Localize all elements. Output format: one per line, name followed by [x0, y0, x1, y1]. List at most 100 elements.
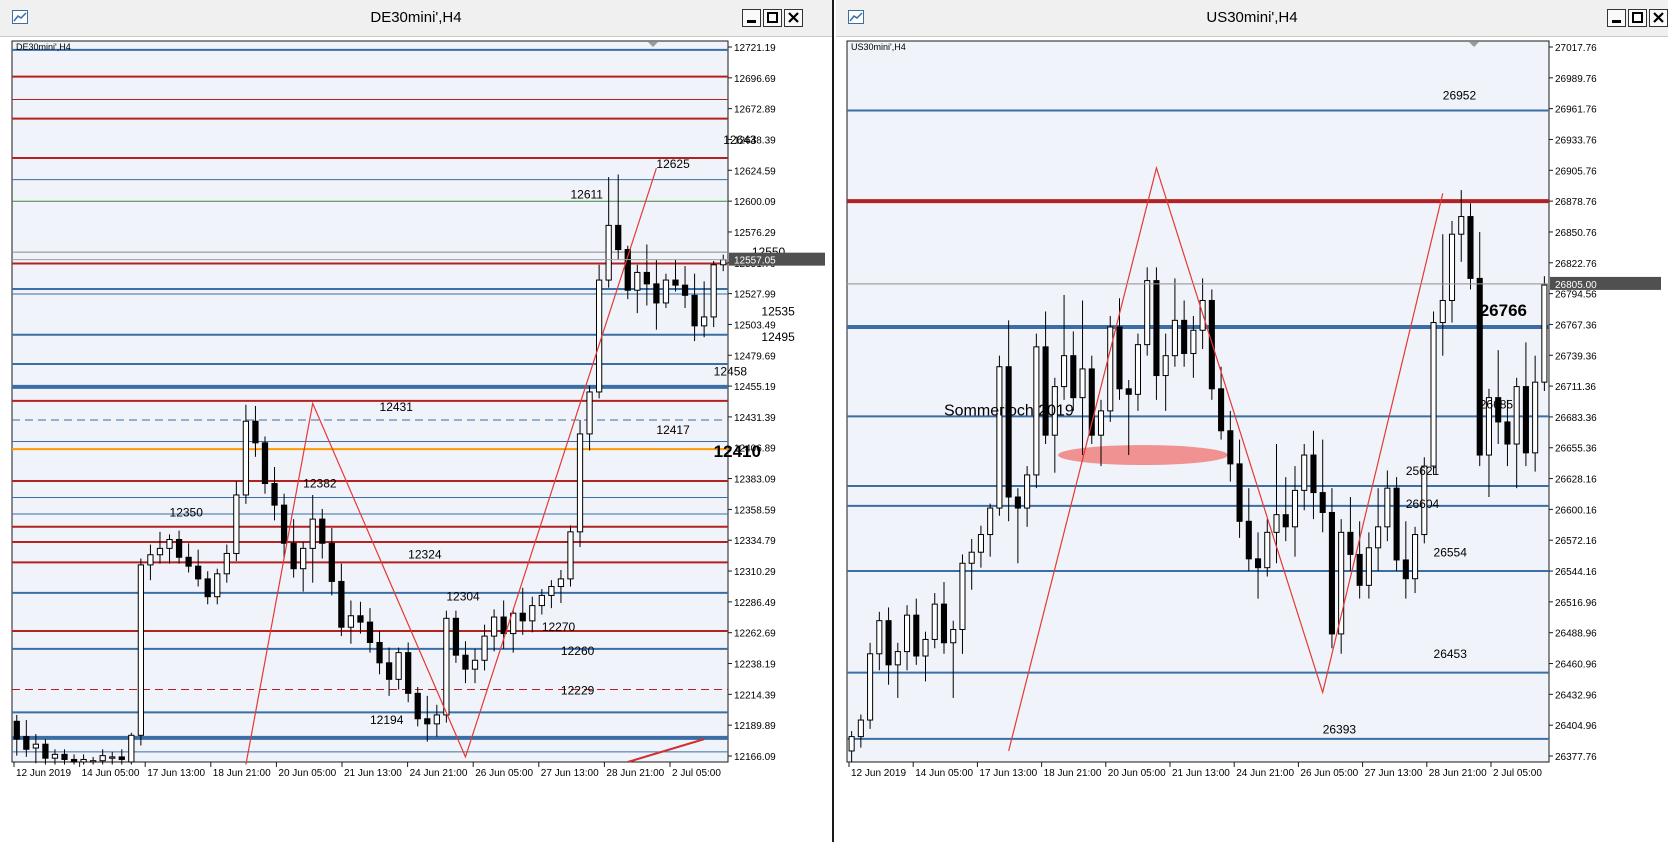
window-titlebar[interactable]: US30mini',H4 [836, 0, 1668, 37]
candle-body [977, 534, 984, 553]
candle-body [1541, 284, 1548, 383]
candle-body [691, 294, 698, 327]
candle-body [672, 279, 679, 286]
price-axis-label: 26488.96 [1555, 629, 1597, 640]
level-label: 12495 [761, 330, 795, 344]
candle-body [653, 283, 660, 304]
candle-body [1310, 454, 1317, 494]
level-label: 26685 [1480, 398, 1514, 412]
time-axis-label: 27 Jun 13:00 [1365, 768, 1423, 779]
price-axis-label: 12166.09 [734, 752, 776, 763]
price-axis-label: 12721.19 [734, 43, 776, 54]
candle-body [1254, 558, 1262, 569]
candle-body [1402, 559, 1409, 580]
candle-body [109, 756, 116, 759]
candle-body [1107, 326, 1114, 412]
level-label: 26604 [1406, 497, 1440, 511]
candle-body [137, 564, 145, 736]
candle-body [1218, 388, 1225, 432]
candle-body [385, 662, 393, 680]
candle-body [913, 614, 920, 657]
candle-body [490, 616, 498, 637]
price-axis-area [728, 41, 830, 762]
time-axis-label: 26 Jun 05:00 [1300, 768, 1358, 779]
time-axis-label: 21 Jun 13:00 [1172, 768, 1230, 779]
chart-canvas[interactable]: 26952 26766 26685 25621 26604 26554 26453 26393… [836, 36, 1668, 842]
window-titlebar[interactable]: DE30mini',H4 [0, 0, 832, 37]
candle-body [1301, 454, 1308, 491]
candle-body [80, 758, 87, 763]
candle-body [166, 538, 173, 549]
time-axis-label: 27 Jun 13:00 [541, 768, 599, 779]
price-axis-label: 12576.29 [734, 228, 776, 239]
price-axis-label: 12479.69 [734, 351, 776, 362]
candle-body [634, 271, 641, 291]
candle-body [1522, 386, 1529, 454]
close-button[interactable] [784, 9, 803, 27]
level-label: 12304 [446, 590, 480, 604]
price-axis-label: 26432.96 [1555, 690, 1597, 701]
candle-body [1430, 322, 1437, 467]
minimize-button[interactable] [742, 9, 761, 27]
candle-body [261, 442, 269, 485]
level-label: 12270 [542, 620, 576, 634]
candle-body [1190, 329, 1197, 354]
candle-body [538, 594, 545, 607]
time-axis-label: 17 Jun 13:00 [147, 768, 205, 779]
time-axis-label: 28 Jun 21:00 [1429, 768, 1487, 779]
candle-body [720, 259, 727, 266]
price-axis-label: 26905.76 [1555, 166, 1597, 177]
candle-body [857, 719, 864, 738]
level-label: 12625 [656, 157, 690, 171]
candle-body [548, 586, 555, 596]
candle-body [595, 279, 603, 393]
candle-body [156, 547, 164, 556]
level-label: 12535 [761, 305, 795, 319]
price-axis-label: 12455.19 [734, 382, 776, 393]
time-axis-label: 18 Jun 21:00 [213, 768, 271, 779]
candle-body [433, 714, 440, 725]
chart-window-de30[interactable]: DE30mini',H4 12643 12625 12611 12550 12535 12… [0, 0, 834, 842]
time-axis-label: 18 Jun 21:00 [1044, 768, 1102, 779]
candle-body [128, 734, 135, 763]
maximize-icon [1632, 12, 1643, 23]
candle-body [32, 743, 39, 749]
level-label: 12194 [370, 713, 404, 727]
window-title: US30mini',H4 [1206, 9, 1298, 26]
candle-body [586, 391, 593, 435]
price-chart-de30[interactable]: 12643 12625 12611 12550 12535 12495 12458 12431… [0, 36, 832, 847]
level-label: 12229 [561, 684, 595, 698]
price-axis-label: 26544.16 [1555, 567, 1597, 578]
candle-body [395, 652, 402, 680]
price-axis-label: 26822.76 [1555, 259, 1597, 270]
candle-body [1439, 299, 1446, 324]
candle-body [557, 578, 565, 588]
time-axis-label: 20 Jun 05:00 [1108, 768, 1166, 779]
candle-body [414, 692, 421, 720]
candle-body [643, 271, 650, 285]
price-chart-us30[interactable]: 26952 26766 26685 25621 26604 26554 26453 26393… [836, 36, 1668, 847]
candle-body [1319, 492, 1326, 513]
candle-body [681, 284, 689, 296]
candle-body [13, 720, 20, 740]
maximize-button[interactable] [763, 9, 782, 27]
chart-window-us30[interactable]: US30mini',H4 26952 26766 26685 25621 26604 26… [836, 0, 1668, 842]
candle-body [452, 617, 460, 656]
candle-body [99, 755, 106, 762]
maximize-button[interactable] [1628, 9, 1647, 27]
time-axis-label: 12 Jun 2019 [851, 768, 906, 779]
candle-body [1375, 526, 1382, 549]
close-button[interactable] [1649, 9, 1668, 27]
candle-body [424, 718, 431, 725]
candle-body [61, 753, 68, 760]
level-label: 12431 [380, 400, 414, 414]
level-label: 12382 [303, 476, 337, 490]
price-axis-label: 12358.59 [734, 505, 776, 516]
minimize-button[interactable] [1607, 9, 1626, 27]
candle-body [376, 641, 383, 664]
candle-body [500, 616, 507, 635]
candle-body [1347, 531, 1354, 555]
candle-body [987, 507, 994, 536]
chart-canvas[interactable]: 1264312625126111255012535124951245812431… [0, 36, 832, 842]
candle-body [1458, 216, 1465, 235]
